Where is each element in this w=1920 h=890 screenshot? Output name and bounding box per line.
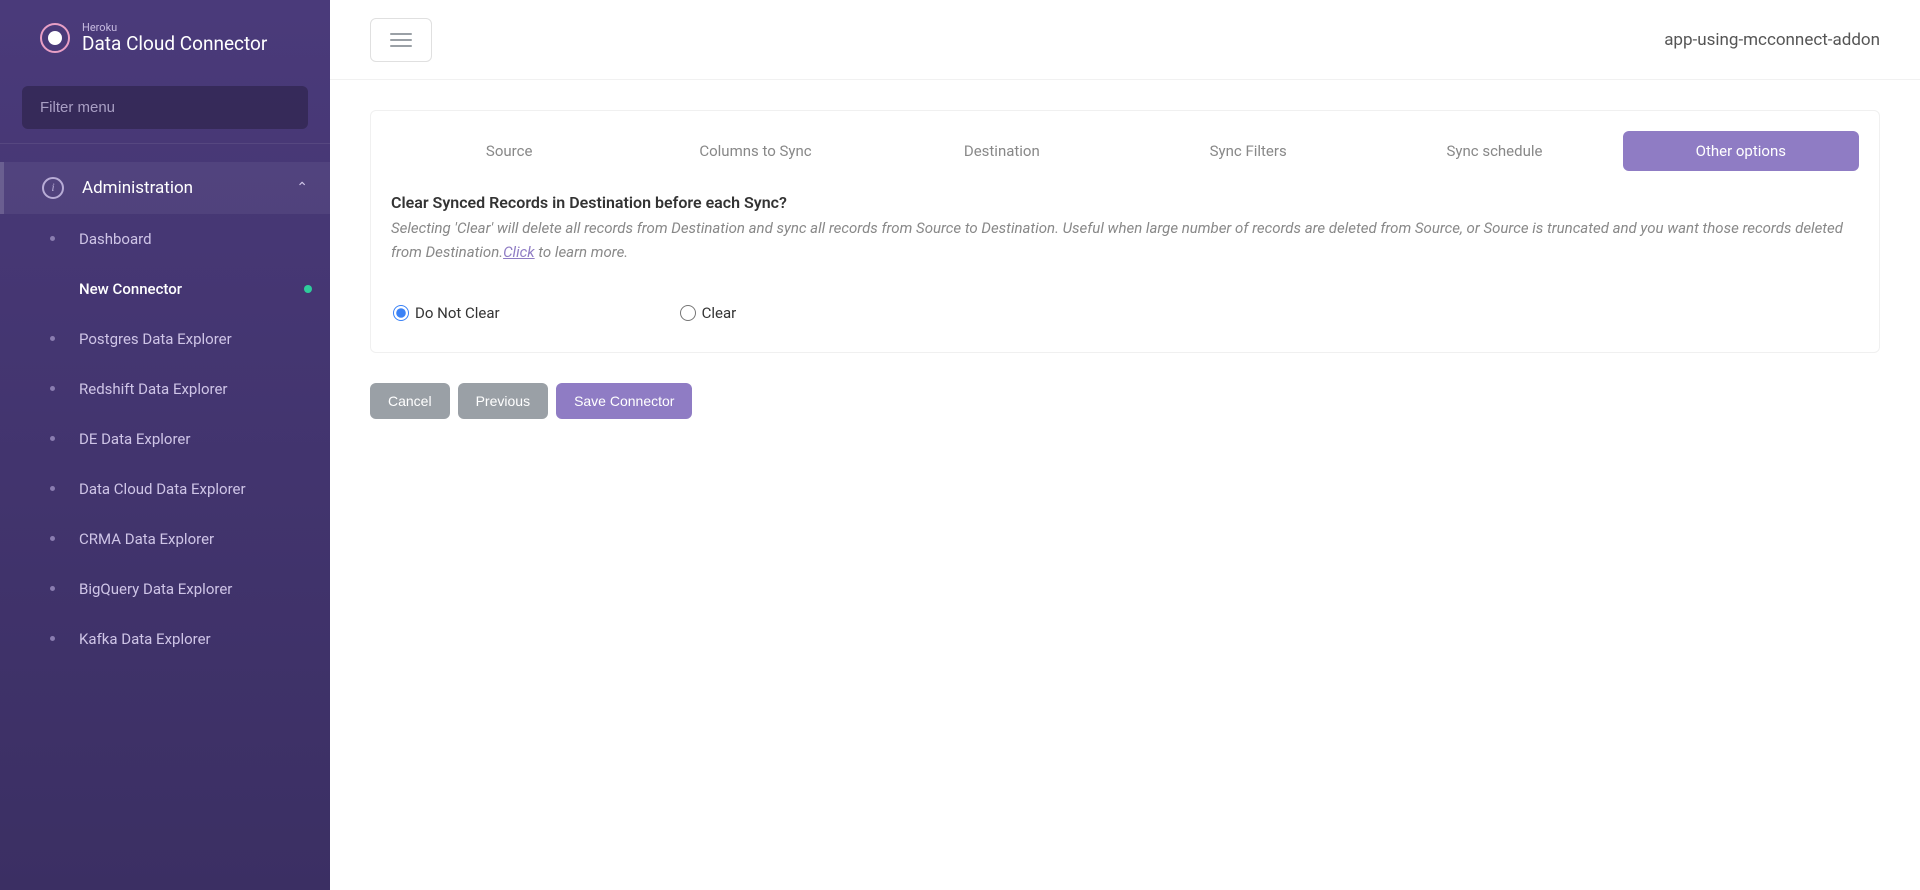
tab-source[interactable]: Source <box>391 131 627 171</box>
sidebar-item-label: Redshift Data Explorer <box>79 380 228 398</box>
chevron-up-icon: ⌃ <box>296 180 308 196</box>
sidebar: Heroku Data Cloud Connector i Administra… <box>0 0 330 890</box>
tab-destination[interactable]: Destination <box>884 131 1120 171</box>
sidebar-item-label: Data Cloud Data Explorer <box>79 480 246 498</box>
tab-other-options[interactable]: Other options <box>1623 131 1859 171</box>
description-suffix: to learn more. <box>535 243 629 261</box>
sidebar-item-label: BigQuery Data Explorer <box>79 580 232 598</box>
sidebar-header: Heroku Data Cloud Connector <box>0 0 330 73</box>
bullet-icon <box>50 236 55 241</box>
radio-input-clear[interactable] <box>680 305 696 321</box>
tab-sync-schedule[interactable]: Sync schedule <box>1376 131 1612 171</box>
app-name-label: app-using-mcconnect-addon <box>1664 30 1880 50</box>
tab-label: Other options <box>1696 142 1786 160</box>
tab-columns-to-sync[interactable]: Columns to Sync <box>637 131 873 171</box>
content: Source Columns to Sync Destination Sync … <box>330 80 1920 449</box>
tab-label: Sync schedule <box>1446 142 1542 160</box>
bullet-icon <box>50 386 55 391</box>
main-area: app-using-mcconnect-addon Source Columns… <box>330 0 1920 890</box>
bullet-icon <box>50 336 55 341</box>
logo-text: Heroku Data Cloud Connector <box>82 22 267 55</box>
radio-clear[interactable]: Clear <box>680 304 737 322</box>
radio-input-do-not-clear[interactable] <box>393 305 409 321</box>
save-connector-button[interactable]: Save Connector <box>556 383 692 419</box>
sidebar-item-label: Kafka Data Explorer <box>79 630 211 648</box>
topbar: app-using-mcconnect-addon <box>330 0 1920 80</box>
nav-section-administration[interactable]: i Administration ⌃ <box>0 162 330 214</box>
bullet-icon <box>50 636 55 641</box>
previous-button[interactable]: Previous <box>458 383 548 419</box>
sidebar-item-label: CRMA Data Explorer <box>79 530 214 548</box>
radio-do-not-clear[interactable]: Do Not Clear <box>393 304 500 322</box>
nav-section-label: Administration <box>82 178 296 198</box>
sidebar-item-label: New Connector <box>79 280 182 298</box>
sidebar-item-crma-data-explorer[interactable]: CRMA Data Explorer <box>0 514 330 564</box>
menu-toggle-button[interactable] <box>370 18 432 62</box>
bullet-icon <box>50 586 55 591</box>
sidebar-item-postgres-data-explorer[interactable]: Postgres Data Explorer <box>0 314 330 364</box>
sidebar-item-dashboard[interactable]: Dashboard <box>0 214 330 264</box>
tab-label: Sync Filters <box>1210 142 1287 160</box>
app-logo-icon <box>40 23 70 53</box>
radio-label: Clear <box>702 304 737 322</box>
bullet-icon <box>50 486 55 491</box>
sidebar-item-redshift-data-explorer[interactable]: Redshift Data Explorer <box>0 364 330 414</box>
sidebar-item-label: DE Data Explorer <box>79 430 190 448</box>
tabs: Source Columns to Sync Destination Sync … <box>391 131 1859 171</box>
tab-sync-filters[interactable]: Sync Filters <box>1130 131 1366 171</box>
sidebar-item-new-connector[interactable]: New Connector <box>0 264 330 314</box>
section-heading: Clear Synced Records in Destination befo… <box>391 193 1859 212</box>
nav-items: Dashboard New Connector Postgres Data Ex… <box>0 214 330 664</box>
learn-more-link[interactable]: Click <box>503 243 535 261</box>
logo-title: Data Cloud Connector <box>82 34 267 55</box>
sidebar-item-kafka-data-explorer[interactable]: Kafka Data Explorer <box>0 614 330 664</box>
sidebar-item-bigquery-data-explorer[interactable]: BigQuery Data Explorer <box>0 564 330 614</box>
active-indicator-icon <box>304 285 312 293</box>
bullet-icon <box>50 286 55 291</box>
tab-label: Source <box>486 142 532 160</box>
section-description: Selecting 'Clear' will delete all record… <box>391 216 1859 264</box>
cancel-button[interactable]: Cancel <box>370 383 450 419</box>
divider <box>0 143 330 144</box>
sidebar-item-label: Postgres Data Explorer <box>79 330 232 348</box>
bullet-icon <box>50 536 55 541</box>
hamburger-icon <box>390 33 412 47</box>
sidebar-item-data-cloud-data-explorer[interactable]: Data Cloud Data Explorer <box>0 464 330 514</box>
tab-label: Destination <box>964 142 1040 160</box>
connector-card: Source Columns to Sync Destination Sync … <box>370 110 1880 353</box>
bullet-icon <box>50 436 55 441</box>
clear-option-radio-group: Do Not Clear Clear <box>391 304 1859 322</box>
sidebar-item-de-data-explorer[interactable]: DE Data Explorer <box>0 414 330 464</box>
sidebar-item-label: Dashboard <box>79 230 152 248</box>
tab-label: Columns to Sync <box>699 142 811 160</box>
filter-menu-input[interactable] <box>22 86 308 129</box>
info-icon: i <box>42 177 64 199</box>
radio-label: Do Not Clear <box>415 304 500 322</box>
footer-buttons: Cancel Previous Save Connector <box>370 383 1880 419</box>
